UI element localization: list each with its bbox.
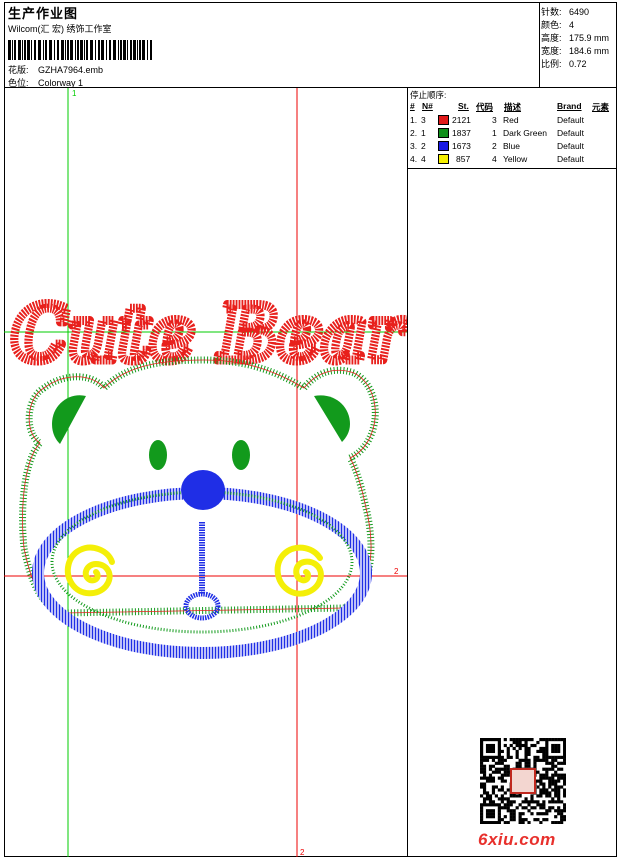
table-row: 4. 4 857 4 Yellow Default xyxy=(410,154,584,164)
stat-scale: 比例: 0.72 xyxy=(541,59,587,69)
qr-code xyxy=(480,738,566,824)
col-header-needle: N# xyxy=(422,101,433,111)
design-file-row: 花版: GZHA7964.emb xyxy=(8,63,103,76)
colorway-value: Colorway 1 xyxy=(38,78,84,88)
stat-width: 宽度: 184.6 mm xyxy=(541,46,610,56)
thread-swatch xyxy=(438,115,449,125)
col-header-code: 代码 xyxy=(476,102,494,112)
stop-sequence-panel: 停止顺序: # N# St. 代码 描述 Brand 元素 1. 3 2121 3 … xyxy=(408,88,617,169)
left-ear xyxy=(52,395,86,444)
stat-stitches: 针数: 6490 xyxy=(541,7,590,17)
stat-colors: 颜色: 4 xyxy=(541,20,575,30)
right-eye xyxy=(232,440,250,470)
right-cheek-spiral xyxy=(274,544,324,597)
right-ear xyxy=(314,395,350,442)
embroidered-text: Cute Bear xyxy=(12,289,408,378)
thread-swatch xyxy=(438,141,449,151)
nose xyxy=(181,470,225,510)
mouth-circle xyxy=(183,591,221,621)
guide-label-2-bottom: 2 xyxy=(300,848,305,857)
col-header-brand: Brand xyxy=(557,101,582,111)
col-header-stitches: St. xyxy=(458,101,469,111)
col-header-index: # xyxy=(410,101,415,111)
col-header-element: 元素 xyxy=(592,102,610,112)
thread-swatch xyxy=(438,154,449,164)
left-cheek-spiral xyxy=(64,544,115,597)
thread-swatch xyxy=(438,128,449,138)
guide-label-2-right: 2 xyxy=(394,567,399,576)
left-eye xyxy=(149,440,167,470)
header-info: 生产作业图 Wilcom(汇 宏) 绣饰工作室 花版: GZHA7964.emb … xyxy=(4,2,540,88)
table-row: 1. 3 2121 3 Red Default xyxy=(410,115,584,125)
embroidery-preview: Cute Bear 1 2 2 xyxy=(4,88,408,857)
stop-sequence-title: 停止顺序: xyxy=(410,90,447,100)
col-header-description: 描述 xyxy=(504,102,522,112)
page-title: 生产作业图 xyxy=(8,6,79,21)
watermark-site: 6xiu.com xyxy=(478,830,556,849)
design-label: 花版: xyxy=(8,65,29,75)
embroidery-canvas: Cute Bear 1 2 2 xyxy=(4,88,408,857)
company-name: Wilcom(汇 宏) 绣饰工作室 xyxy=(8,24,112,34)
design-file-name: GZHA7964.emb xyxy=(38,65,104,75)
guide-label-1: 1 xyxy=(72,89,77,98)
design-stats: 针数: 6490 颜色: 4 高度: 175.9 mm 宽度: 184.6 mm 比例:… xyxy=(539,2,617,88)
table-row: 2. 1 1837 1 Dark Green Default xyxy=(410,128,584,138)
barcode xyxy=(8,40,152,60)
stat-height: 高度: 175.9 mm xyxy=(541,33,610,43)
table-row: 3. 2 1673 2 Blue Default xyxy=(410,141,584,151)
